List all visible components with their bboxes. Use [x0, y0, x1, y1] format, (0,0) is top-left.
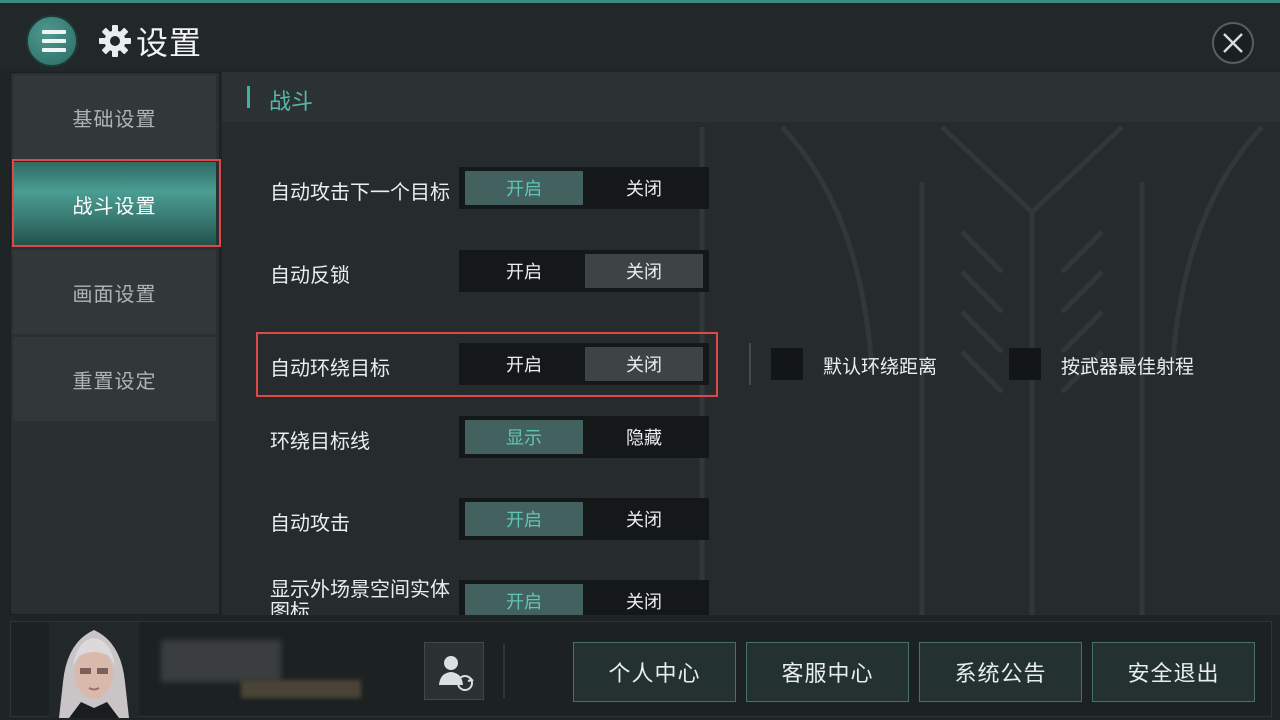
sidebar-item-combat[interactable]: 战斗设置: [13, 162, 216, 246]
gear-icon: [99, 25, 131, 57]
safe-logout-button[interactable]: 安全退出: [1092, 642, 1255, 702]
personal-center-button[interactable]: 个人中心: [573, 642, 736, 702]
option-off[interactable]: 关闭: [585, 171, 703, 205]
switch-account-icon: [439, 656, 474, 691]
header: 设置: [0, 3, 1280, 71]
footer-bar: 个人中心 客服中心 系统公告 安全退出: [10, 621, 1272, 718]
menu-icon-bar: [42, 39, 66, 43]
option-off[interactable]: 关闭: [585, 254, 703, 288]
sidebar-item-label: 战斗设置: [72, 193, 157, 218]
sidebar-item-graphics[interactable]: 画面设置: [13, 250, 216, 334]
sidebar-item-reset[interactable]: 重置设定: [13, 337, 216, 421]
option-off[interactable]: 关闭: [585, 584, 703, 615]
avatar-portrait[interactable]: [49, 622, 139, 718]
system-announcement-button[interactable]: 系统公告: [919, 642, 1082, 702]
setting-label-auto-lock: 自动反锁: [270, 263, 350, 287]
menu-button[interactable]: [26, 15, 78, 67]
checkbox-weapon-optimal-range[interactable]: [1009, 348, 1041, 380]
setting-label-orbit-line: 环绕目标线: [270, 429, 370, 453]
setting-label-auto-attack-next: 自动攻击下一个目标: [270, 180, 450, 204]
menu-icon-bar: [42, 48, 66, 52]
sidebar-item-label: 画面设置: [72, 281, 157, 306]
checkbox-label-default-orbit-distance: 默认环绕距离: [823, 356, 938, 378]
customer-service-button[interactable]: 客服中心: [746, 642, 909, 702]
section-title: 战斗: [269, 90, 314, 115]
option-on[interactable]: 开启: [465, 502, 583, 536]
setting-label-show-entity-icons: 显示外场景空间实体图标: [270, 577, 450, 615]
avatar-image: [49, 622, 139, 718]
option-off[interactable]: 关闭: [585, 502, 703, 536]
setting-label-auto-orbit: 自动环绕目标: [270, 356, 390, 380]
toggle-auto-attack: 开启 关闭: [459, 498, 709, 540]
section-accent-bar: [247, 86, 250, 108]
settings-sidebar: 基础设置 战斗设置 画面设置 重置设定: [10, 72, 220, 615]
toggle-auto-attack-next: 开启 关闭: [459, 167, 709, 209]
sidebar-item-label: 重置设定: [72, 368, 157, 393]
section-header: 战斗: [222, 72, 1280, 122]
player-name-obscured: [161, 640, 281, 682]
checkbox-label-weapon-optimal-range: 按武器最佳射程: [1061, 356, 1195, 378]
sidebar-item-label: 基础设置: [72, 106, 157, 131]
option-show[interactable]: 显示: [465, 420, 583, 454]
toggle-auto-lock: 开启 关闭: [459, 250, 709, 292]
settings-content: 战斗 自动攻击下一个目标 开启 关闭 自动反锁 开启 关闭 自动环绕目标 开启 …: [222, 72, 1280, 615]
switch-account-button[interactable]: [424, 642, 484, 700]
option-on[interactable]: 开启: [465, 347, 583, 381]
option-on[interactable]: 开启: [465, 254, 583, 288]
page-title-group: 设置: [98, 21, 203, 62]
close-button[interactable]: [1212, 22, 1254, 64]
sidebar-item-basic[interactable]: 基础设置: [13, 75, 216, 159]
options-divider: [749, 343, 751, 385]
setting-label-auto-attack: 自动攻击: [270, 511, 350, 535]
option-on[interactable]: 开启: [465, 171, 583, 205]
close-icon: [1223, 33, 1243, 53]
option-hide[interactable]: 隐藏: [585, 420, 703, 454]
option-off[interactable]: 关闭: [585, 347, 703, 381]
player-subtitle-obscured: [241, 680, 361, 698]
toggle-orbit-line: 显示 隐藏: [459, 416, 709, 458]
background-pattern: [699, 125, 1264, 615]
checkbox-default-orbit-distance[interactable]: [771, 348, 803, 380]
toggle-auto-orbit: 开启 关闭: [459, 343, 709, 385]
option-on[interactable]: 开启: [465, 584, 583, 615]
menu-icon: [42, 30, 66, 34]
page-title: 设置: [136, 24, 203, 62]
toggle-show-entity-icons: 开启 关闭: [459, 580, 709, 615]
footer-divider: [503, 644, 505, 698]
